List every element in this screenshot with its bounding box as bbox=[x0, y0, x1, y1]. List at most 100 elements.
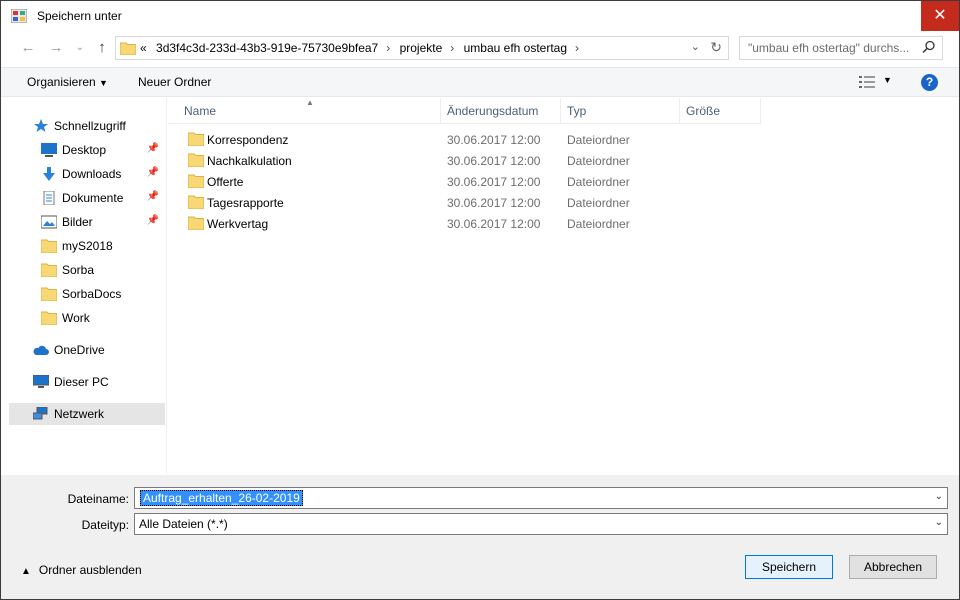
new-folder-button[interactable]: Neuer Ordner bbox=[138, 75, 211, 89]
file-name: Nachkalkulation bbox=[207, 154, 292, 168]
chevron-down-icon[interactable]: ⌄ bbox=[691, 40, 700, 53]
chevron-right-icon[interactable]: › bbox=[450, 41, 454, 55]
sidebar-item-pictures[interactable]: Bilder 📌 bbox=[9, 211, 165, 233]
pc-icon bbox=[33, 375, 49, 388]
pin-icon[interactable]: 📌 bbox=[147, 167, 159, 178]
view-options-icon[interactable] bbox=[859, 76, 875, 88]
chevron-right-icon[interactable]: › bbox=[575, 41, 579, 55]
filename-input[interactable]: Auftrag_erhalten_26-02-2019 bbox=[140, 490, 303, 506]
sidebar-item-mys2018[interactable]: myS2018 bbox=[9, 235, 165, 257]
sidebar-item-onedrive[interactable]: OneDrive bbox=[9, 339, 165, 361]
up-arrow-icon[interactable]: ↑ bbox=[93, 39, 111, 57]
folder-icon bbox=[188, 216, 204, 230]
breadcrumb-overflow[interactable]: « bbox=[140, 41, 147, 55]
pin-icon[interactable]: 📌 bbox=[147, 191, 159, 202]
column-header-date[interactable]: Änderungsdatum bbox=[441, 98, 561, 124]
chevron-right-icon[interactable]: › bbox=[386, 41, 390, 55]
column-headers: Name ▲ Änderungsdatum Typ Größe bbox=[168, 98, 761, 124]
address-bar[interactable]: « 3d3f4c3d-233d-43b3-919e-75730e9bfea7 › … bbox=[115, 36, 729, 60]
filename-label: Dateiname: bbox=[67, 492, 129, 506]
file-date: 30.06.2017 12:00 bbox=[447, 175, 541, 189]
column-header-type[interactable]: Typ bbox=[561, 98, 680, 124]
organize-button[interactable]: Organisieren ▼ bbox=[27, 75, 108, 89]
refresh-icon[interactable]: ↻ bbox=[710, 39, 722, 56]
document-icon bbox=[43, 191, 55, 205]
file-row[interactable]: Nachkalkulation 30.06.2017 12:00 Dateior… bbox=[178, 150, 763, 171]
download-icon bbox=[43, 167, 55, 181]
search-input[interactable]: "umbau efh ostertag" durchs... bbox=[748, 41, 918, 55]
chevron-down-icon[interactable]: ⌄ bbox=[935, 491, 943, 502]
column-header-size[interactable]: Größe bbox=[680, 98, 761, 124]
cancel-button[interactable]: Abbrechen bbox=[849, 555, 937, 579]
pin-icon[interactable]: 📌 bbox=[147, 143, 159, 154]
search-icon[interactable] bbox=[922, 40, 936, 54]
sidebar-item-this-pc[interactable]: Dieser PC bbox=[9, 371, 165, 393]
pin-icon[interactable]: 📌 bbox=[147, 215, 159, 226]
sidebar-item-network[interactable]: Netzwerk bbox=[9, 403, 165, 425]
filename-field[interactable]: Auftrag_erhalten_26-02-2019 ⌄ bbox=[134, 487, 948, 509]
sidebar-item-label: Dieser PC bbox=[54, 375, 109, 389]
navigation-pane: Schnellzugriff Desktop 📌 Downloads 📌 Dok… bbox=[1, 98, 167, 474]
file-row[interactable]: Tagesrapporte 30.06.2017 12:00 Dateiordn… bbox=[178, 192, 763, 213]
pictures-icon bbox=[41, 215, 57, 229]
sidebar-item-sorba[interactable]: Sorba bbox=[9, 259, 165, 281]
file-name: Korrespondenz bbox=[207, 133, 289, 147]
filetype-value: Alle Dateien (*.*) bbox=[139, 517, 228, 531]
breadcrumb: « 3d3f4c3d-233d-43b3-919e-75730e9bfea7 › … bbox=[140, 41, 585, 55]
network-icon bbox=[33, 407, 48, 420]
sidebar-item-sorbadocs[interactable]: SorbaDocs bbox=[9, 283, 165, 305]
file-date: 30.06.2017 12:00 bbox=[447, 196, 541, 210]
folder-icon bbox=[188, 195, 204, 209]
sidebar-item-label: Work bbox=[62, 311, 90, 325]
file-type: Dateiordner bbox=[567, 196, 630, 210]
folder-icon bbox=[188, 153, 204, 167]
sidebar-item-desktop[interactable]: Desktop 📌 bbox=[9, 139, 165, 161]
cloud-icon bbox=[33, 345, 49, 355]
hide-folders-toggle[interactable]: ▲ Ordner ausblenden bbox=[21, 563, 142, 577]
organize-label: Organisieren bbox=[27, 75, 96, 89]
file-name: Offerte bbox=[207, 175, 244, 189]
filetype-select[interactable]: Alle Dateien (*.*) ⌄ bbox=[134, 513, 948, 535]
help-icon[interactable]: ? bbox=[921, 74, 938, 91]
recent-dropdown-icon[interactable]: ⌄ bbox=[71, 39, 89, 57]
column-header-label: Name bbox=[184, 104, 217, 118]
file-type: Dateiordner bbox=[567, 154, 630, 168]
sidebar-item-documents[interactable]: Dokumente 📌 bbox=[9, 187, 165, 209]
desktop-icon bbox=[41, 143, 57, 157]
sidebar-item-downloads[interactable]: Downloads 📌 bbox=[9, 163, 165, 185]
view-dropdown-icon[interactable]: ▼ bbox=[883, 75, 892, 85]
sidebar-item-label: Downloads bbox=[62, 167, 122, 181]
folder-icon bbox=[41, 311, 57, 325]
sidebar-item-label: Bilder bbox=[62, 215, 93, 229]
column-header-label: Typ bbox=[567, 104, 587, 118]
search-box[interactable]: "umbau efh ostertag" durchs... bbox=[739, 36, 943, 60]
close-button[interactable]: ✕ bbox=[921, 1, 959, 31]
folder-icon bbox=[41, 263, 57, 277]
sidebar-item-quick-access[interactable]: Schnellzugriff bbox=[9, 115, 165, 137]
chevron-down-icon[interactable]: ⌄ bbox=[935, 517, 943, 528]
save-button[interactable]: Speichern bbox=[745, 555, 833, 579]
file-row[interactable]: Korrespondenz 30.06.2017 12:00 Dateiordn… bbox=[178, 129, 763, 150]
column-header-label: Änderungsdatum bbox=[447, 104, 539, 118]
file-type: Dateiordner bbox=[567, 133, 630, 147]
file-row[interactable]: Offerte 30.06.2017 12:00 Dateiordner bbox=[178, 171, 763, 192]
sidebar-item-label: Schnellzugriff bbox=[54, 119, 126, 133]
sidebar-item-label: Netzwerk bbox=[54, 407, 105, 421]
breadcrumb-item[interactable]: 3d3f4c3d-233d-43b3-919e-75730e9bfea7 bbox=[156, 41, 378, 55]
back-arrow-icon[interactable]: ← bbox=[19, 39, 37, 57]
chevron-up-icon: ▲ bbox=[21, 566, 31, 577]
filetype-label: Dateityp: bbox=[81, 518, 129, 532]
forward-arrow-icon[interactable]: → bbox=[47, 39, 65, 57]
title-bar: Speichern unter ✕ bbox=[1, 1, 959, 31]
file-type: Dateiordner bbox=[567, 175, 630, 189]
sidebar-item-work[interactable]: Work bbox=[9, 307, 165, 329]
folder-icon bbox=[120, 42, 136, 55]
navigation-bar: ← → ⌄ ↑ « 3d3f4c3d-233d-43b3-919e-75730e… bbox=[1, 31, 959, 67]
file-row[interactable]: Werkvertag 30.06.2017 12:00 Dateiordner bbox=[178, 213, 763, 234]
file-date: 30.06.2017 12:00 bbox=[447, 217, 541, 231]
sidebar-item-label: Dokumente bbox=[62, 191, 124, 205]
command-bar: Organisieren ▼ Neuer Ordner ▼ ? bbox=[1, 67, 959, 97]
breadcrumb-item[interactable]: projekte bbox=[400, 41, 443, 55]
breadcrumb-item[interactable]: umbau efh ostertag bbox=[464, 41, 567, 55]
sidebar-item-label: SorbaDocs bbox=[62, 287, 122, 301]
